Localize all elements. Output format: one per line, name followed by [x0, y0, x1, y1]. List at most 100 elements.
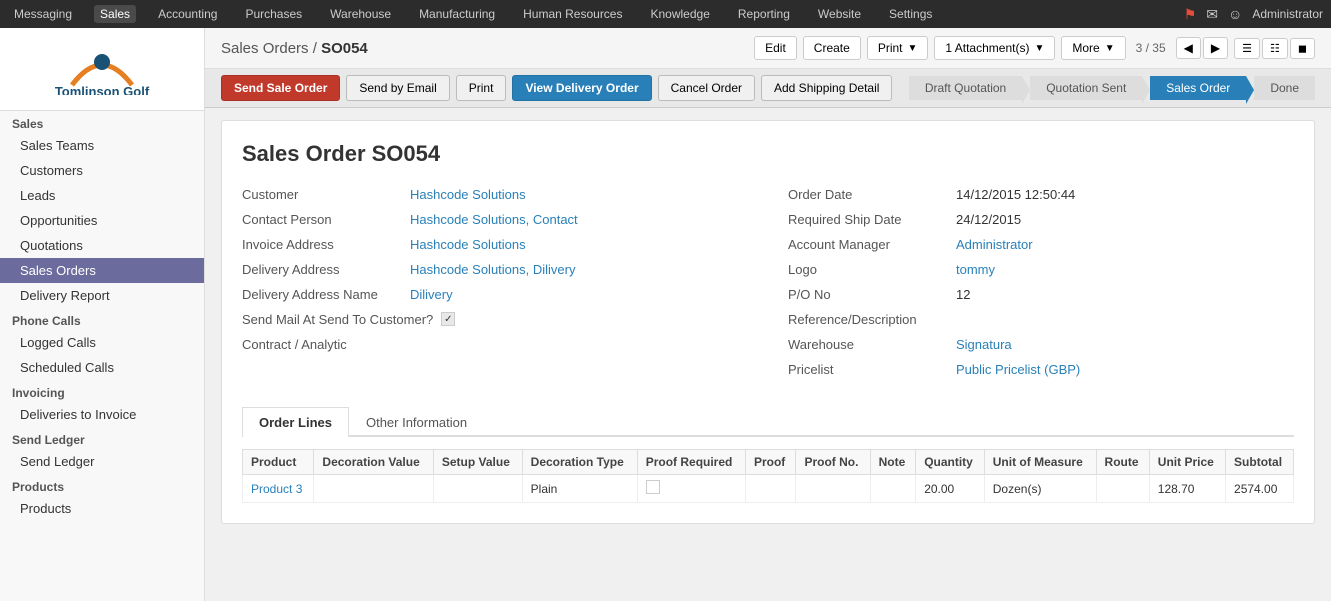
more-caret: ▼ — [1105, 43, 1115, 54]
nav-manufacturing[interactable]: Manufacturing — [413, 5, 501, 23]
contact-person-value[interactable]: Hashcode Solutions, Contact — [410, 212, 578, 227]
document-area: Sales Order SO054 Customer Hashcode Solu… — [205, 108, 1331, 601]
nav-reporting[interactable]: Reporting — [732, 5, 796, 23]
nav-arrows: ◀ ▶ — [1176, 37, 1228, 59]
edit-button[interactable]: Edit — [754, 36, 797, 60]
col-setup-value: Setup Value — [433, 450, 522, 475]
sidebar-item-deliveries-to-invoice[interactable]: Deliveries to Invoice — [0, 402, 204, 427]
attachments-button[interactable]: 1 Attachment(s) ▼ — [934, 36, 1055, 60]
warehouse-value[interactable]: Signatura — [956, 337, 1012, 352]
col-unit-price: Unit Price — [1149, 450, 1225, 475]
print-action-button[interactable]: Print — [456, 75, 507, 101]
document-card: Sales Order SO054 Customer Hashcode Solu… — [221, 120, 1315, 524]
sidebar-item-opportunities[interactable]: Opportunities — [0, 208, 204, 233]
customer-value[interactable]: Hashcode Solutions — [410, 187, 526, 202]
col-proof-no: Proof No. — [796, 450, 870, 475]
delivery-address-name-value[interactable]: Dilivery — [410, 287, 453, 302]
doc-tabs: Order Lines Other Information — [242, 407, 1294, 437]
phone-calls-section-header[interactable]: Phone Calls — [0, 308, 204, 330]
breadcrumb-current: SO054 — [321, 40, 368, 57]
tab-other-information[interactable]: Other Information — [349, 407, 484, 437]
sidebar-item-products[interactable]: Products — [0, 496, 204, 521]
nav-accounting[interactable]: Accounting — [152, 5, 223, 23]
nav-counter: 3 / 35 — [1136, 41, 1166, 55]
invoicing-section-header[interactable]: Invoicing — [0, 380, 204, 402]
field-pricelist: Pricelist Public Pricelist (GBP) — [788, 362, 1294, 377]
workflow-step-done[interactable]: Done — [1254, 76, 1315, 100]
account-manager-value[interactable]: Administrator — [956, 237, 1033, 252]
prev-button[interactable]: ◀ — [1176, 37, 1201, 59]
calendar-view-button[interactable]: ◼ — [1290, 38, 1315, 59]
add-shipping-detail-button[interactable]: Add Shipping Detail — [761, 75, 892, 101]
row-proof-required[interactable] — [637, 475, 745, 503]
notification-icon[interactable]: ⚑ — [1184, 6, 1197, 23]
products-section-header[interactable]: Products — [0, 474, 204, 496]
send-by-email-button[interactable]: Send by Email — [346, 75, 449, 101]
tab-order-lines[interactable]: Order Lines — [242, 407, 349, 437]
view-delivery-order-button[interactable]: View Delivery Order — [512, 75, 651, 101]
company-logo: Tomlinson Golf — [0, 28, 204, 111]
print-button[interactable]: Print ▼ — [867, 36, 929, 60]
table-header-row: Product Decoration Value Setup Value Dec… — [243, 450, 1294, 475]
sidebar-item-logged-calls[interactable]: Logged Calls — [0, 330, 204, 355]
warehouse-label: Warehouse — [788, 337, 948, 352]
field-logo: Logo tommy — [788, 262, 1294, 277]
sidebar-item-sales-orders[interactable]: Sales Orders — [0, 258, 204, 283]
delivery-address-value[interactable]: Hashcode Solutions, Dilivery — [410, 262, 575, 277]
avatar[interactable]: ☺ — [1228, 6, 1242, 22]
send-sale-order-button[interactable]: Send Sale Order — [221, 75, 340, 101]
nav-hr[interactable]: Human Resources — [517, 5, 628, 23]
workflow-step-sales-order[interactable]: Sales Order — [1150, 76, 1246, 100]
nav-knowledge[interactable]: Knowledge — [644, 5, 715, 23]
sidebar-item-scheduled-calls[interactable]: Scheduled Calls — [0, 355, 204, 380]
field-contract-analytic: Contract / Analytic — [242, 337, 748, 352]
send-mail-checkbox[interactable]: ✓ — [441, 312, 455, 326]
doc-right-column: Order Date 14/12/2015 12:50:44 Required … — [788, 187, 1294, 387]
workflow-step-draft[interactable]: Draft Quotation — [909, 76, 1022, 100]
breadcrumb-parent[interactable]: Sales Orders — [221, 40, 309, 57]
required-ship-date-value: 24/12/2015 — [956, 212, 1021, 227]
proof-required-checkbox[interactable] — [646, 480, 660, 494]
sales-section-header[interactable]: Sales — [0, 111, 204, 133]
pricelist-value[interactable]: Public Pricelist (GBP) — [956, 362, 1080, 377]
print-caret: ▼ — [908, 43, 918, 54]
cancel-order-button[interactable]: Cancel Order — [658, 75, 755, 101]
invoice-address-value[interactable]: Hashcode Solutions — [410, 237, 526, 252]
next-button[interactable]: ▶ — [1203, 37, 1228, 59]
field-customer: Customer Hashcode Solutions — [242, 187, 748, 202]
sidebar-item-sales-teams[interactable]: Sales Teams — [0, 133, 204, 158]
sidebar-item-leads[interactable]: Leads — [0, 183, 204, 208]
nav-messaging[interactable]: Messaging — [8, 5, 78, 23]
nav-sales[interactable]: Sales — [94, 5, 136, 23]
sidebar-item-send-ledger[interactable]: Send Ledger — [0, 449, 204, 474]
order-date-label: Order Date — [788, 187, 948, 202]
nav-settings[interactable]: Settings — [883, 5, 938, 23]
list-view-button[interactable]: ☰ — [1234, 38, 1260, 59]
more-button[interactable]: More ▼ — [1061, 36, 1125, 60]
sidebar-item-quotations[interactable]: Quotations — [0, 233, 204, 258]
message-icon[interactable]: ✉ — [1206, 6, 1218, 23]
nav-website[interactable]: Website — [812, 5, 867, 23]
kanban-view-button[interactable]: ☷ — [1262, 38, 1288, 59]
nav-warehouse[interactable]: Warehouse — [324, 5, 397, 23]
required-ship-date-label: Required Ship Date — [788, 212, 948, 227]
table-header: Product Decoration Value Setup Value Dec… — [243, 450, 1294, 475]
po-no-value: 12 — [956, 287, 970, 302]
sidebar-item-delivery-report[interactable]: Delivery Report — [0, 283, 204, 308]
workflow-step-sent[interactable]: Quotation Sent — [1030, 76, 1142, 100]
send-mail-label: Send Mail At Send To Customer? — [242, 312, 433, 327]
top-nav-right: ⚑ ✉ ☺ Administrator — [1184, 6, 1323, 23]
content-area: Sales Orders / SO054 Edit Create Print ▼… — [205, 28, 1331, 601]
logo-label: Logo — [788, 262, 948, 277]
admin-label: Administrator — [1252, 7, 1323, 21]
create-button[interactable]: Create — [803, 36, 861, 60]
nav-purchases[interactable]: Purchases — [239, 5, 308, 23]
customer-label: Customer — [242, 187, 402, 202]
send-ledger-section-header[interactable]: Send Ledger — [0, 427, 204, 449]
row-product[interactable]: Product 3 — [243, 475, 314, 503]
contact-person-label: Contact Person — [242, 212, 402, 227]
logo-value[interactable]: tommy — [956, 262, 995, 277]
breadcrumb-separator: / — [313, 40, 321, 57]
sidebar-item-customers[interactable]: Customers — [0, 158, 204, 183]
sidebar-section-products: Products Products — [0, 474, 204, 521]
